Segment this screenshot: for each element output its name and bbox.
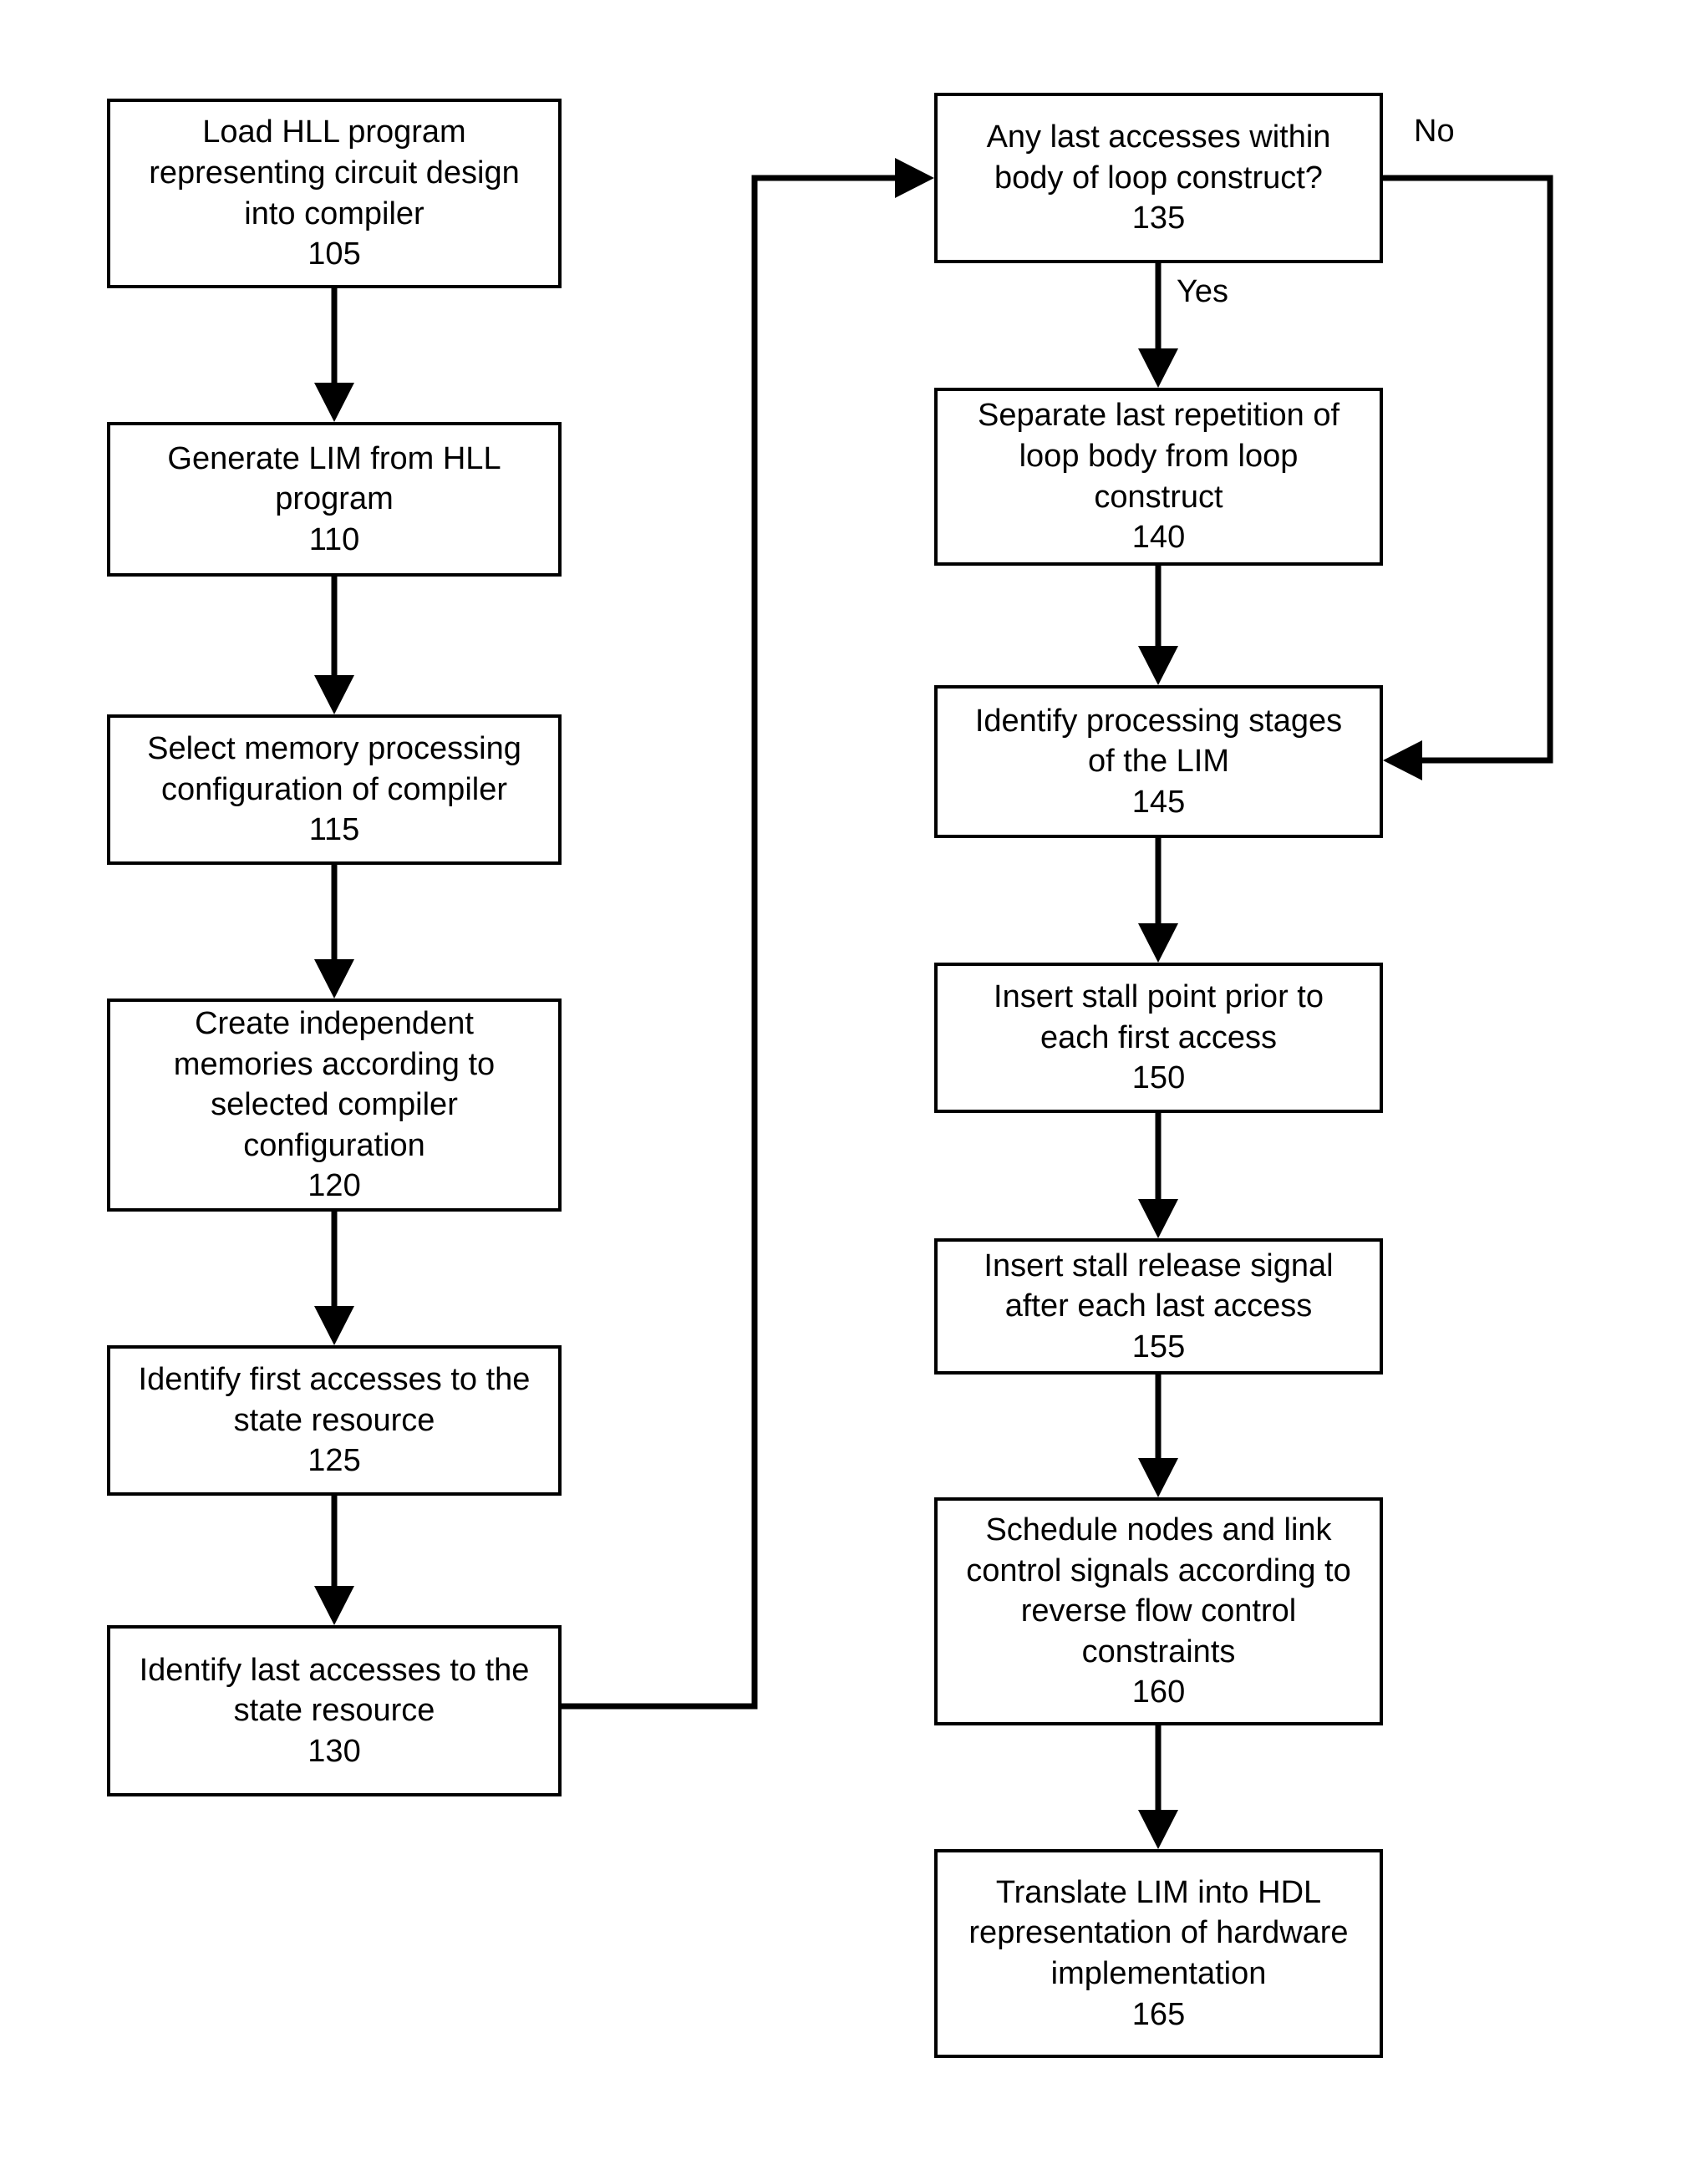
node-125-ref: 125 [308, 1443, 361, 1479]
process-node-145[interactable]: Identify processing stages of the LIM 14… [934, 685, 1383, 838]
decision-node-135[interactable]: Any last accesses within body of loop co… [934, 93, 1383, 263]
node-105-line-1: representing circuit design [149, 155, 520, 191]
connector-145-to-150 [1138, 838, 1178, 963]
process-node-165[interactable]: Translate LIM into HDL representation of… [934, 1849, 1383, 2058]
node-105-line-2: into compiler [244, 196, 424, 231]
node-155-line-1: after each last access [1004, 1288, 1313, 1324]
connector-135-to-145 [1383, 175, 1553, 780]
process-node-110[interactable]: Generate LIM from HLL program 110 [107, 422, 562, 577]
node-155-line-0: Insert stall release signal [984, 1248, 1334, 1283]
node-135-line-1: body of loop construct? [994, 160, 1323, 196]
node-115-line-0: Select memory processing [147, 731, 521, 767]
connector-140-to-145 [1138, 566, 1178, 685]
connector-120-to-125 [314, 1212, 354, 1345]
connector-125-to-130 [314, 1496, 354, 1625]
node-160-line-2: reverse flow control [1020, 1593, 1297, 1629]
node-165-line-2: implementation [1050, 1956, 1267, 1991]
process-node-125[interactable]: Identify first accesses to the state res… [107, 1345, 562, 1496]
node-105-line-0: Load HLL program [202, 114, 466, 150]
connector-160-to-165 [1138, 1725, 1178, 1849]
node-105-ref: 105 [308, 236, 361, 272]
node-120-ref: 120 [308, 1168, 361, 1204]
node-125-line-1: state resource [233, 1402, 435, 1438]
node-145-line-1: of the LIM [1088, 744, 1229, 780]
node-120-line-1: memories according to [173, 1046, 496, 1082]
process-node-130[interactable]: Identify last accesses to the state reso… [107, 1625, 562, 1796]
node-160-line-0: Schedule nodes and link [985, 1512, 1332, 1547]
node-110-ref: 110 [308, 521, 360, 557]
node-115-ref: 115 [308, 812, 360, 848]
process-node-150[interactable]: Insert stall point prior to each first a… [934, 963, 1383, 1113]
connector-135-to-140 [1138, 263, 1178, 388]
node-115-line-1: configuration of compiler [161, 771, 507, 807]
node-165-line-0: Translate LIM into HDL [995, 1874, 1322, 1910]
node-150-ref: 150 [1131, 1060, 1186, 1096]
process-node-155[interactable]: Insert stall release signal after each l… [934, 1238, 1383, 1375]
connector-115-to-120 [314, 865, 354, 999]
process-node-160[interactable]: Schedule nodes and link control signals … [934, 1497, 1383, 1725]
process-node-120[interactable]: Create independent memories according to… [107, 999, 562, 1212]
node-120-line-2: selected compiler [211, 1087, 458, 1123]
node-120-line-3: configuration [243, 1127, 425, 1163]
connector-110-to-115 [314, 577, 354, 714]
connector-130-to-135 [562, 158, 934, 1710]
node-135-ref: 135 [1131, 201, 1186, 236]
connector-150-to-155 [1138, 1113, 1178, 1238]
node-160-line-3: constraints [1081, 1634, 1236, 1669]
edge-label-no: No [1414, 114, 1455, 149]
node-110-line-0: Generate LIM from HLL [167, 440, 501, 476]
node-160-line-1: control signals according to [966, 1552, 1351, 1588]
edge-label-yes: Yes [1177, 274, 1228, 309]
connector-105-to-110 [314, 288, 354, 422]
process-node-105[interactable]: Load HLL program representing circuit de… [107, 99, 562, 288]
node-110-line-1: program [275, 481, 394, 517]
node-150-line-0: Insert stall point prior to [994, 979, 1324, 1015]
node-165-ref: 165 [1131, 1996, 1186, 2032]
node-120-line-0: Create independent [195, 1005, 474, 1041]
node-145-line-0: Identify processing stages [974, 703, 1343, 739]
node-155-ref: 155 [1131, 1329, 1186, 1364]
node-140-ref: 140 [1131, 520, 1186, 556]
process-node-140[interactable]: Separate last repetition of loop body fr… [934, 388, 1383, 566]
node-165-line-1: representation of hardware [968, 1915, 1349, 1951]
flowchart-canvas: Load HLL program representing circuit de… [0, 0, 1708, 2180]
node-150-line-1: each first access [1040, 1019, 1277, 1055]
node-145-ref: 145 [1131, 784, 1186, 820]
node-130-line-0: Identify last accesses to the [139, 1652, 530, 1688]
node-135-line-0: Any last accesses within [986, 119, 1331, 155]
node-140-line-0: Separate last repetition of [977, 398, 1340, 434]
node-130-line-1: state resource [233, 1693, 435, 1729]
node-125-line-0: Identify first accesses to the [138, 1362, 531, 1398]
node-130-ref: 130 [308, 1733, 361, 1769]
node-140-line-2: construct [1094, 479, 1223, 515]
connector-155-to-160 [1138, 1375, 1178, 1497]
node-160-ref: 160 [1131, 1674, 1186, 1710]
process-node-115[interactable]: Select memory processing configuration o… [107, 714, 562, 865]
node-140-line-1: loop body from loop [1019, 438, 1299, 474]
